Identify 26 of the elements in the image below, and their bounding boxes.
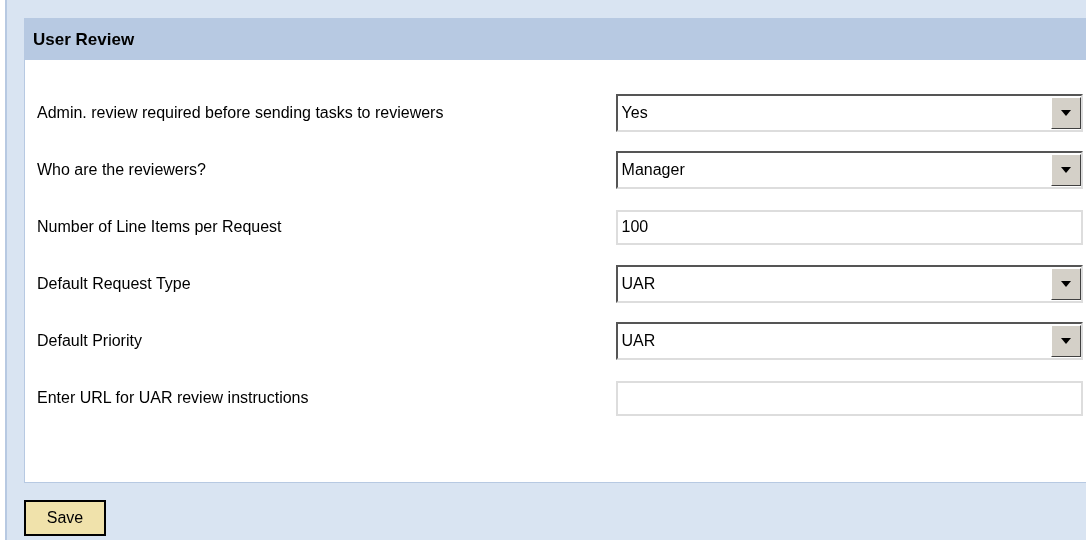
dropdown-arrow-button[interactable]: [1051, 154, 1081, 186]
dropdown-arrow-button[interactable]: [1051, 325, 1081, 357]
dropdown-arrow-button[interactable]: [1051, 268, 1081, 300]
panel-title: User Review: [33, 28, 135, 51]
caret-icon: [1061, 338, 1071, 344]
dropdown[interactable]: Manager: [615, 151, 1083, 189]
field-label: Default Request Type: [37, 274, 192, 294]
save-button[interactable]: Save: [24, 500, 106, 536]
dropdown-arrow-button[interactable]: [1051, 97, 1081, 129]
dropdown[interactable]: UAR: [615, 265, 1083, 303]
field-label: Number of Line Items per Request: [37, 217, 283, 237]
input-field[interactable]: 100: [615, 209, 1083, 245]
caret-icon: [1061, 281, 1071, 287]
field-label: Default Priority: [37, 331, 143, 351]
dropdown-value: UAR: [620, 274, 657, 294]
dropdown-value: UAR: [620, 331, 657, 351]
dropdown-value: Yes: [620, 103, 649, 123]
dropdown[interactable]: Yes: [615, 94, 1083, 132]
caret-icon: [1061, 167, 1071, 173]
dropdown-value: Manager: [620, 160, 686, 180]
input-field[interactable]: [615, 380, 1083, 416]
caret-icon: [1061, 110, 1071, 116]
field-label: Who are the reviewers?: [37, 160, 207, 180]
field-label: Admin. review required before sending tasks to reviewers: [37, 103, 445, 123]
field-label: Enter URL for UAR review instructions: [37, 388, 310, 408]
dropdown[interactable]: UAR: [615, 322, 1083, 360]
